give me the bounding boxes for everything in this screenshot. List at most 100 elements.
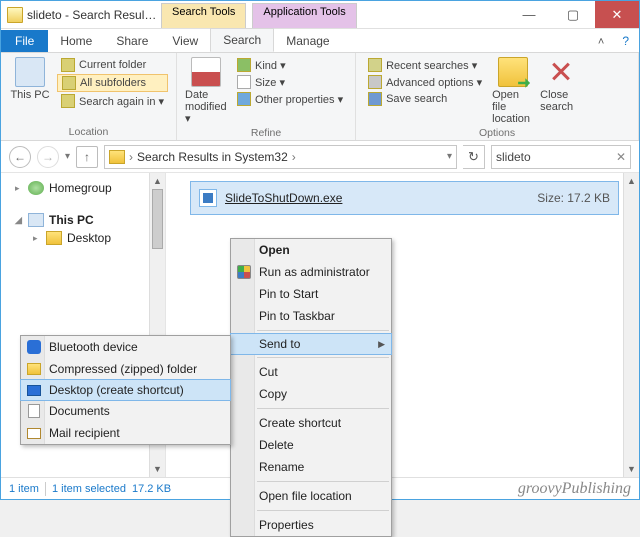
nav-homegroup[interactable]: ▸Homegroup xyxy=(1,179,165,197)
title-bar: slideto - Search Results in... Search To… xyxy=(1,1,639,29)
back-button[interactable]: ← xyxy=(9,146,31,168)
this-pc-button[interactable]: This PC xyxy=(9,57,51,101)
label: Open file location xyxy=(259,489,352,503)
current-folder-button[interactable]: Current folder xyxy=(57,57,168,73)
context-tab-search-tools[interactable]: Search Tools xyxy=(161,3,246,28)
sendto-mail[interactable]: Mail recipient xyxy=(21,422,230,444)
history-dropdown[interactable]: ▾ xyxy=(65,151,70,162)
scroll-down-icon[interactable]: ▼ xyxy=(624,461,639,477)
sendto-documents[interactable]: Documents xyxy=(21,400,230,422)
folder-arrow-icon xyxy=(498,57,528,87)
menu-pin-to-start[interactable]: Pin to Start xyxy=(231,283,391,305)
file-tab[interactable]: File xyxy=(1,30,48,52)
menu-pin-to-taskbar[interactable]: Pin to Taskbar xyxy=(231,305,391,327)
forward-button[interactable]: → xyxy=(37,146,59,168)
advanced-icon xyxy=(368,75,382,89)
date-modified-button[interactable]: Date modified ▾ xyxy=(185,57,227,125)
maximize-button[interactable]: ▢ xyxy=(551,1,595,28)
other-properties-button[interactable]: Other properties ▾ xyxy=(233,91,347,107)
scroll-thumb[interactable] xyxy=(152,189,163,249)
group-location: This PC Current folder All subfolders Se… xyxy=(1,53,177,140)
label: Run as administrator xyxy=(259,265,370,279)
search-again-in-button[interactable]: Search again in ▾ xyxy=(57,93,168,109)
menu-open-file-location[interactable]: Open file location xyxy=(231,485,391,507)
clear-search-button[interactable]: ✕ xyxy=(616,150,626,164)
label: This PC xyxy=(49,213,94,227)
nav-desktop[interactable]: ▸Desktop xyxy=(1,229,165,247)
collapse-ribbon-button[interactable]: ˄ xyxy=(590,32,612,52)
recent-searches-button[interactable]: Recent searches ▾ xyxy=(364,57,486,73)
scroll-down-icon[interactable]: ▼ xyxy=(150,461,165,477)
menu-run-as-admin[interactable]: Run as administrator xyxy=(231,261,391,283)
group-label: Location xyxy=(9,124,168,138)
address-bar[interactable]: › Search Results in System32 › ▾ xyxy=(104,145,457,169)
label: Desktop (create shortcut) xyxy=(49,383,184,397)
sendto-zip[interactable]: Compressed (zipped) folder xyxy=(21,358,230,380)
window-title: slideto - Search Results in... xyxy=(27,1,157,28)
label: Rename xyxy=(259,460,304,474)
save-icon xyxy=(368,92,382,106)
menu-properties[interactable]: Properties xyxy=(231,514,391,536)
label: Pin to Start xyxy=(259,287,318,301)
tab-share[interactable]: Share xyxy=(104,30,160,52)
chevron-right-icon: › xyxy=(129,150,133,164)
close-search-button[interactable]: Close search xyxy=(540,57,582,113)
mail-icon xyxy=(27,428,41,439)
open-file-location-button[interactable]: Open file location xyxy=(492,57,534,125)
menu-rename[interactable]: Rename xyxy=(231,456,391,478)
refresh-button[interactable]: ↻ xyxy=(463,145,485,169)
menu-create-shortcut[interactable]: Create shortcut xyxy=(231,412,391,434)
file-name: SlideToShutDown.exe xyxy=(225,191,342,205)
document-icon xyxy=(28,404,40,418)
label: Kind ▾ xyxy=(255,59,286,72)
nav-this-pc[interactable]: ◢This PC xyxy=(1,211,165,229)
sendto-bluetooth[interactable]: Bluetooth device xyxy=(21,336,230,358)
pc-icon xyxy=(15,57,45,87)
ribbon-tabs: File Home Share View Search Manage ˄ ? xyxy=(1,29,639,53)
size-button[interactable]: Size ▾ xyxy=(233,74,347,90)
result-item[interactable]: SlideToShutDown.exe Size: 17.2 KB xyxy=(190,181,619,215)
group-options: Recent searches ▾ Advanced options ▾ Sav… xyxy=(356,53,639,140)
save-search-button[interactable]: Save search xyxy=(364,91,486,107)
menu-delete[interactable]: Delete xyxy=(231,434,391,456)
watermark: groovyPublishing xyxy=(518,480,631,498)
kind-button[interactable]: Kind ▾ xyxy=(233,57,347,73)
ribbon-body: This PC Current folder All subfolders Se… xyxy=(1,53,639,141)
desktop-icon xyxy=(27,385,41,396)
all-subfolders-button[interactable]: All subfolders xyxy=(57,74,168,92)
sendto-submenu: Bluetooth device Compressed (zipped) fol… xyxy=(20,335,231,445)
item-count: 1 item xyxy=(9,483,39,495)
context-menu: Open Run as administrator Pin to Start P… xyxy=(230,238,392,537)
label: Documents xyxy=(49,404,110,418)
minimize-button[interactable]: — xyxy=(507,1,551,28)
label: Size ▾ xyxy=(255,76,285,89)
menu-copy[interactable]: Copy xyxy=(231,383,391,405)
close-button[interactable]: ✕ xyxy=(595,1,639,28)
tab-manage[interactable]: Manage xyxy=(274,30,341,52)
address-dropdown[interactable]: ▾ xyxy=(447,151,452,162)
label: Open xyxy=(259,243,290,257)
help-button[interactable]: ? xyxy=(612,30,639,52)
scroll-up-icon[interactable]: ▲ xyxy=(150,173,165,189)
window-icon xyxy=(7,7,23,23)
content-scrollbar[interactable]: ▲ ▼ xyxy=(623,173,639,477)
props-icon xyxy=(237,92,251,106)
bluetooth-icon xyxy=(27,340,41,354)
advanced-options-button[interactable]: Advanced options ▾ xyxy=(364,74,486,90)
scroll-up-icon[interactable]: ▲ xyxy=(624,173,639,189)
menu-send-to[interactable]: Send to▶ xyxy=(230,333,392,355)
tab-search[interactable]: Search xyxy=(210,28,274,52)
folder-icon xyxy=(109,150,125,164)
label: Delete xyxy=(259,438,294,452)
label: Open file location xyxy=(492,89,534,125)
menu-open[interactable]: Open xyxy=(231,239,391,261)
tab-home[interactable]: Home xyxy=(48,30,104,52)
sendto-desktop-shortcut[interactable]: Desktop (create shortcut) xyxy=(20,379,231,401)
label: Create shortcut xyxy=(259,416,341,430)
context-tab-application-tools[interactable]: Application Tools xyxy=(252,3,356,28)
up-button[interactable]: ↑ xyxy=(76,146,98,168)
menu-cut[interactable]: Cut xyxy=(231,361,391,383)
search-input[interactable]: slideto ✕ xyxy=(491,145,631,169)
label: Homegroup xyxy=(49,181,112,195)
tab-view[interactable]: View xyxy=(160,30,210,52)
